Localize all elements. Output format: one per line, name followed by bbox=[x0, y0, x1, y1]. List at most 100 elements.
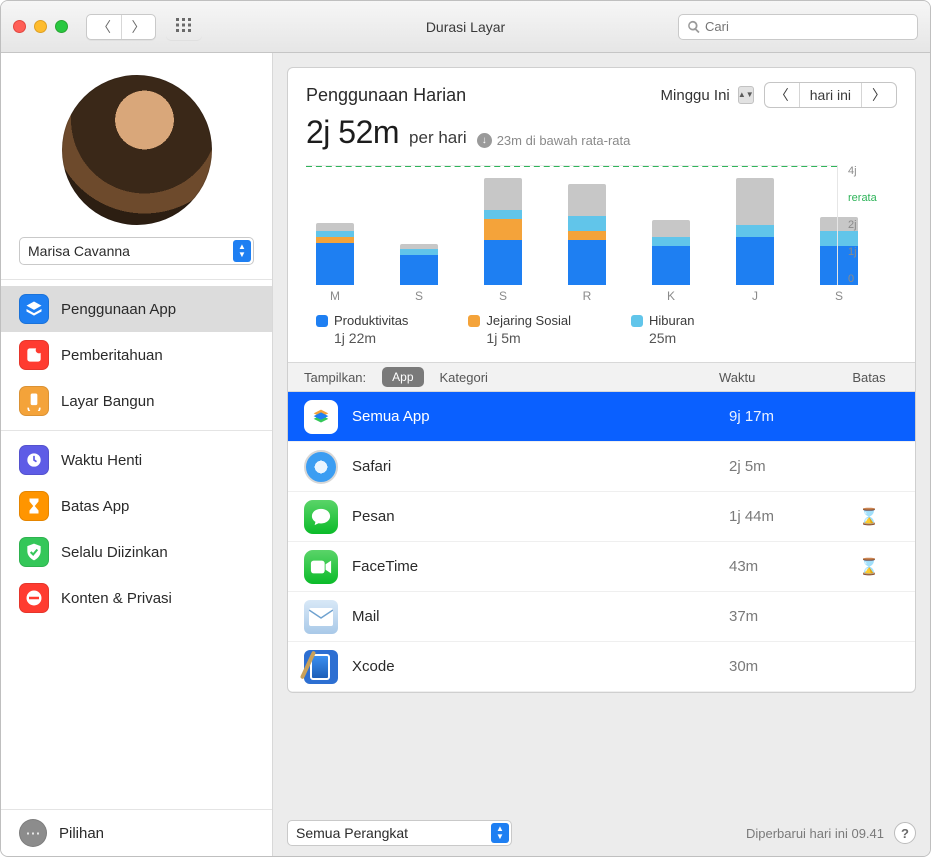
sidebar-item-label: Pemberitahuan bbox=[61, 347, 163, 364]
x-tick: S bbox=[820, 289, 858, 303]
x-tick: S bbox=[400, 289, 438, 303]
sidebar-item-pemberitahuan[interactable]: Pemberitahuan bbox=[1, 332, 272, 378]
x-tick: M bbox=[316, 289, 354, 303]
y-tick: 2j bbox=[848, 219, 897, 231]
chart-bar[interactable] bbox=[736, 165, 774, 285]
app-time: 30m bbox=[729, 658, 839, 675]
device-select[interactable]: Semua Perangkat ▲▼ bbox=[287, 820, 512, 846]
legend-value: 1j 5m bbox=[486, 330, 571, 346]
sidebar: Marisa Cavanna ▲▼ Penggunaan App Pemberi… bbox=[1, 53, 273, 856]
range-select-label: Minggu Ini bbox=[661, 87, 730, 104]
window-root: 〈 〉 Durasi Layar Marisa Cavanna ▲▼ bbox=[0, 0, 931, 857]
sidebar-item-label: Konten & Privasi bbox=[61, 590, 172, 607]
grid-icon bbox=[176, 18, 192, 35]
no-entry-icon bbox=[19, 583, 49, 613]
app-name: Xcode bbox=[352, 658, 729, 675]
sidebar-item-label: Selalu Diizinkan bbox=[61, 544, 168, 561]
chart-bar[interactable] bbox=[400, 165, 438, 285]
zoom-button[interactable] bbox=[55, 20, 68, 33]
col-limit: Batas bbox=[839, 370, 899, 385]
sidebar-item-konten-privasi[interactable]: Konten & Privasi bbox=[1, 575, 272, 621]
legend-name: Produktivitas bbox=[334, 313, 408, 328]
table-row[interactable]: Safari 2j 5m bbox=[288, 442, 915, 492]
updown-icon: ▲▼ bbox=[233, 240, 251, 262]
x-tick: J bbox=[736, 289, 774, 303]
legend-item: Hiburan 25m bbox=[631, 313, 695, 346]
sidebar-item-batas-app[interactable]: Batas App bbox=[1, 483, 272, 529]
main-content: Penggunaan Harian Minggu Ini ▲▼ 〈 hari i… bbox=[273, 53, 930, 856]
help-button[interactable]: ? bbox=[894, 822, 916, 844]
show-label: Tampilkan: bbox=[304, 370, 366, 385]
app-time: 2j 5m bbox=[729, 458, 839, 475]
app-name: Pesan bbox=[352, 508, 729, 525]
table-row[interactable]: Xcode 30m bbox=[288, 642, 915, 692]
sidebar-item-label: Batas App bbox=[61, 498, 129, 515]
app-icon bbox=[304, 650, 338, 684]
sidebar-item-penggunaan-app[interactable]: Penggunaan App bbox=[1, 286, 272, 332]
sidebar-item-label: Waktu Henti bbox=[61, 452, 142, 469]
chevron-right-icon: 〉 bbox=[872, 85, 886, 105]
today-label: hari ini bbox=[810, 87, 851, 103]
down-arrow-icon: ↓ bbox=[477, 133, 492, 148]
device-select-label: Semua Perangkat bbox=[296, 825, 408, 841]
ellipsis-icon: ⋯ bbox=[19, 819, 47, 847]
table-row[interactable]: Pesan 1j 44m ⌛ bbox=[288, 492, 915, 542]
app-name: Safari bbox=[352, 458, 729, 475]
forward-button[interactable]: 〉 bbox=[121, 15, 155, 39]
y-tick: 0 bbox=[848, 273, 897, 285]
show-all-button[interactable] bbox=[166, 14, 202, 40]
app-time: 1j 44m bbox=[729, 508, 839, 525]
table-row[interactable]: Mail 37m bbox=[288, 592, 915, 642]
search-input[interactable] bbox=[705, 19, 909, 34]
sidebar-item-waktu-henti[interactable]: Waktu Henti bbox=[1, 437, 272, 483]
y-tick: 4j bbox=[848, 165, 897, 177]
chart-bar[interactable] bbox=[316, 165, 354, 285]
chevron-left-icon: 〈 bbox=[775, 85, 789, 105]
next-day-button[interactable]: 〉 bbox=[861, 83, 896, 107]
today-button[interactable]: hari ini bbox=[799, 83, 861, 107]
layers-icon bbox=[19, 294, 49, 324]
user-avatar[interactable] bbox=[62, 75, 212, 225]
minimize-button[interactable] bbox=[34, 20, 47, 33]
chart-bar[interactable] bbox=[568, 165, 606, 285]
usage-chart: 4jrerata2j1j0 MSSRKJS Produktivitas 1j 2… bbox=[288, 159, 915, 362]
sidebar-item-label: Penggunaan App bbox=[61, 301, 176, 318]
seg-category[interactable]: Kategori bbox=[440, 370, 488, 385]
search-field[interactable] bbox=[678, 14, 918, 40]
app-time: 9j 17m bbox=[729, 408, 839, 425]
table-row[interactable]: FaceTime 43m ⌛ bbox=[288, 542, 915, 592]
chevron-right-icon: 〉 bbox=[132, 17, 146, 37]
app-name: Semua App bbox=[352, 408, 729, 425]
close-button[interactable] bbox=[13, 20, 26, 33]
back-button[interactable]: 〈 bbox=[87, 15, 121, 39]
app-icon bbox=[304, 500, 338, 534]
table-row[interactable]: Semua App 9j 17m bbox=[288, 392, 915, 442]
app-icon bbox=[304, 600, 338, 634]
user-select[interactable]: Marisa Cavanna ▲▼ bbox=[19, 237, 254, 265]
usage-panel: Penggunaan Harian Minggu Ini ▲▼ 〈 hari i… bbox=[287, 67, 916, 693]
range-select[interactable]: Minggu Ini ▲▼ bbox=[661, 86, 754, 104]
bell-badge-icon bbox=[19, 340, 49, 370]
delta: ↓ 23m di bawah rata-rata bbox=[477, 133, 631, 148]
legend-swatch bbox=[316, 315, 328, 327]
seg-app[interactable]: App bbox=[382, 367, 423, 387]
legend-item: Jejaring Sosial 1j 5m bbox=[468, 313, 571, 346]
sidebar-options-label: Pilihan bbox=[59, 825, 104, 842]
view-toggle[interactable]: App bbox=[382, 367, 423, 387]
sidebar-item-selalu-diizinkan[interactable]: Selalu Diizinkan bbox=[1, 529, 272, 575]
footer-bar: Semua Perangkat ▲▼ Diperbarui hari ini 0… bbox=[287, 806, 916, 846]
phone-rotate-icon bbox=[19, 386, 49, 416]
prev-day-button[interactable]: 〈 bbox=[765, 83, 799, 107]
chart-bar[interactable] bbox=[652, 165, 690, 285]
titlebar: 〈 〉 Durasi Layar bbox=[1, 1, 930, 53]
app-time: 37m bbox=[729, 608, 839, 625]
nav-buttons: 〈 〉 bbox=[86, 14, 156, 40]
usage-title: Penggunaan Harian bbox=[306, 85, 466, 106]
legend-swatch bbox=[468, 315, 480, 327]
sidebar-item-label: Layar Bangun bbox=[61, 393, 154, 410]
app-time: 43m bbox=[729, 558, 839, 575]
sidebar-item-layar-bangun[interactable]: Layar Bangun bbox=[1, 378, 272, 424]
sidebar-options[interactable]: ⋯ Pilihan bbox=[1, 810, 272, 856]
user-select-label: Marisa Cavanna bbox=[28, 243, 130, 259]
chart-bar[interactable] bbox=[484, 165, 522, 285]
